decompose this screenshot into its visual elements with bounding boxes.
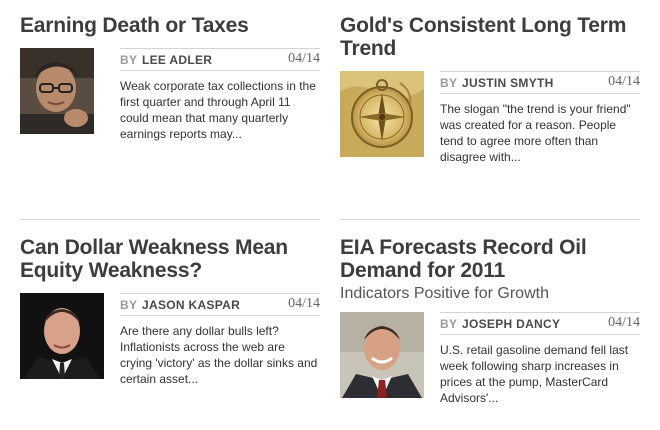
article-meta: BY LEE ADLER 04/14 Weak corporate tax co… [120,48,320,142]
article-date: 04/14 [608,74,640,89]
article-meta: BY JUSTIN SMYTH 04/14 The slogan "the tr… [440,71,640,165]
article-card-1: Earning Death or Taxes BY LEE ADLER 04/1… [20,14,320,141]
author-link[interactable]: JASON KASPAR [142,298,240,312]
article-excerpt: The slogan "the trend is your friend" wa… [440,102,631,164]
byline: BY LEE ADLER 04/14 [120,48,320,71]
article-card-4: EIA Forecasts Record Oil Demand for 2011… [340,236,640,405]
article-excerpt: Weak corporate tax collections in the fi… [120,79,316,141]
article-title[interactable]: Gold's Consistent Long Term Trend [340,14,640,60]
byline: BY JASON KASPAR 04/14 [120,293,320,316]
article-body: BY JUSTIN SMYTH 04/14 The slogan "the tr… [340,71,640,164]
author-link[interactable]: JOSEPH DANCY [462,317,560,331]
author-photo[interactable] [20,293,104,379]
article-date: 04/14 [288,296,320,311]
row-divider-left [20,219,320,220]
article-card-2: Gold's Consistent Long Term Trend BY JUS… [340,14,640,164]
byline: BY JUSTIN SMYTH 04/14 [440,71,640,94]
by-label: BY [440,76,458,90]
author-link[interactable]: JUSTIN SMYTH [462,76,554,90]
article-body: BY JOSEPH DANCY 04/14 U.S. retail gasoli… [340,312,640,405]
by-label: BY [440,317,458,331]
article-excerpt: U.S. retail gasoline demand fell last we… [440,343,629,405]
by-label: BY [120,53,138,67]
article-photo[interactable] [340,71,424,157]
article-date: 04/14 [288,51,320,66]
article-meta: BY JASON KASPAR 04/14 Are there any doll… [120,293,320,387]
article-title[interactable]: EIA Forecasts Record Oil Demand for 2011 [340,236,640,282]
row-divider-right [340,219,640,220]
article-subtitle: Indicators Positive for Growth [340,285,549,302]
article-card-3: Can Dollar Weakness Mean Equity Weakness… [20,236,320,386]
byline: BY JOSEPH DANCY 04/14 [440,312,640,335]
article-body: BY JASON KASPAR 04/14 Are there any doll… [20,293,320,386]
article-excerpt: Are there any dollar bulls left? Inflati… [120,324,318,386]
article-title[interactable]: Earning Death or Taxes [20,14,320,37]
article-meta: BY JOSEPH DANCY 04/14 U.S. retail gasoli… [440,312,640,406]
by-label: BY [120,298,138,312]
article-date: 04/14 [608,315,640,330]
article-title[interactable]: Can Dollar Weakness Mean Equity Weakness… [20,236,320,282]
article-body: BY LEE ADLER 04/14 Weak corporate tax co… [20,48,320,141]
author-photo[interactable] [20,48,94,134]
author-link[interactable]: LEE ADLER [142,53,212,67]
author-photo[interactable] [340,312,424,398]
